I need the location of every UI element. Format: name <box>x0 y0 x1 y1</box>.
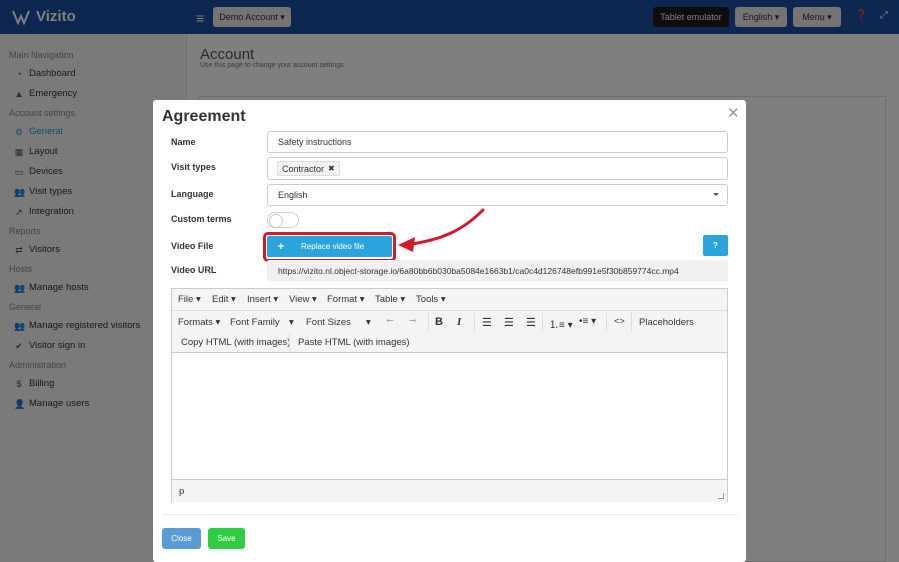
formats-label: Formats <box>178 317 213 328</box>
video-url-label: Video URL <box>171 265 217 275</box>
font-family-dropdown[interactable]: Font Family ▾ <box>230 317 295 328</box>
align-right-icon[interactable]: ☰ <box>526 316 536 329</box>
close-button[interactable]: Close <box>162 528 201 549</box>
menu-file-label: File <box>178 294 194 305</box>
source-code-icon[interactable]: <> <box>614 317 625 327</box>
element-path[interactable]: p <box>179 486 184 497</box>
italic-icon[interactable]: I <box>457 316 461 328</box>
menu-table[interactable]: Table ▾ <box>375 294 405 305</box>
toolbar-divider <box>631 313 632 331</box>
font-family-label: Font Family <box>230 317 280 328</box>
editor-statusbar: p <box>172 479 727 502</box>
resize-handle-icon[interactable] <box>718 493 724 499</box>
editor-content-area[interactable] <box>172 353 727 479</box>
placeholders-button[interactable]: Placeholders <box>639 317 694 328</box>
menu-format[interactable]: Format ▾ <box>327 294 365 305</box>
paste-html-button[interactable]: Paste HTML (with images) <box>298 337 410 348</box>
font-sizes-label: Font Sizes <box>306 317 351 328</box>
bulleted-list-icon[interactable]: •≡ ▾ <box>579 316 596 327</box>
save-button[interactable]: Save <box>208 528 245 549</box>
editor-menubar: File ▾ Edit ▾ Insert ▾ View ▾ Format ▾ T… <box>172 289 727 311</box>
toolbar-divider <box>474 313 475 331</box>
numbered-list-icon[interactable]: ⒈≡ ▾ <box>549 316 573 331</box>
menu-view[interactable]: View ▾ <box>289 294 317 305</box>
menu-view-label: View <box>289 294 310 305</box>
chevron-down-icon: ▾ <box>366 317 371 328</box>
agreement-modal: Agreement ✕ Name Safety instructions Vis… <box>153 100 746 562</box>
menu-edit[interactable]: Edit ▾ <box>212 294 236 305</box>
menu-edit-label: Edit <box>212 294 229 305</box>
menu-insert[interactable]: Insert ▾ <box>247 294 278 305</box>
toolbar-divider <box>289 334 290 352</box>
font-sizes-dropdown[interactable]: Font Sizes ▾ <box>306 317 372 328</box>
rich-text-editor: File ▾ Edit ▾ Insert ▾ View ▾ Format ▾ T… <box>171 288 728 502</box>
footer-divider <box>162 514 737 515</box>
menu-tools-label: Tools <box>416 294 439 305</box>
menu-file[interactable]: File ▾ <box>178 294 201 305</box>
chevron-down-icon: ▾ <box>289 317 294 328</box>
toolbar-divider <box>542 313 543 331</box>
align-center-icon[interactable]: ☰ <box>504 316 514 329</box>
menu-table-label: Table <box>375 294 398 305</box>
formats-dropdown[interactable]: Formats ▾ <box>178 317 220 328</box>
copy-html-button[interactable]: Copy HTML (with images) <box>181 337 290 348</box>
editor-toolbar: Formats ▾ Font Family ▾ Font Sizes ▾ ⭠ ⭢ B… <box>172 311 727 353</box>
undo-icon[interactable]: ⭠ <box>386 315 394 326</box>
toolbar-divider <box>428 313 429 331</box>
align-left-icon[interactable]: ☰ <box>482 316 492 329</box>
video-url-field: https://vizito.nl.object-storage.io/6a80… <box>267 260 728 281</box>
redo-icon[interactable]: ⭢ <box>409 315 417 326</box>
bold-icon[interactable]: B <box>435 316 443 328</box>
menu-tools[interactable]: Tools ▾ <box>416 294 446 305</box>
menu-format-label: Format <box>327 294 358 305</box>
menu-insert-label: Insert <box>247 294 271 305</box>
toolbar-divider <box>606 313 607 331</box>
